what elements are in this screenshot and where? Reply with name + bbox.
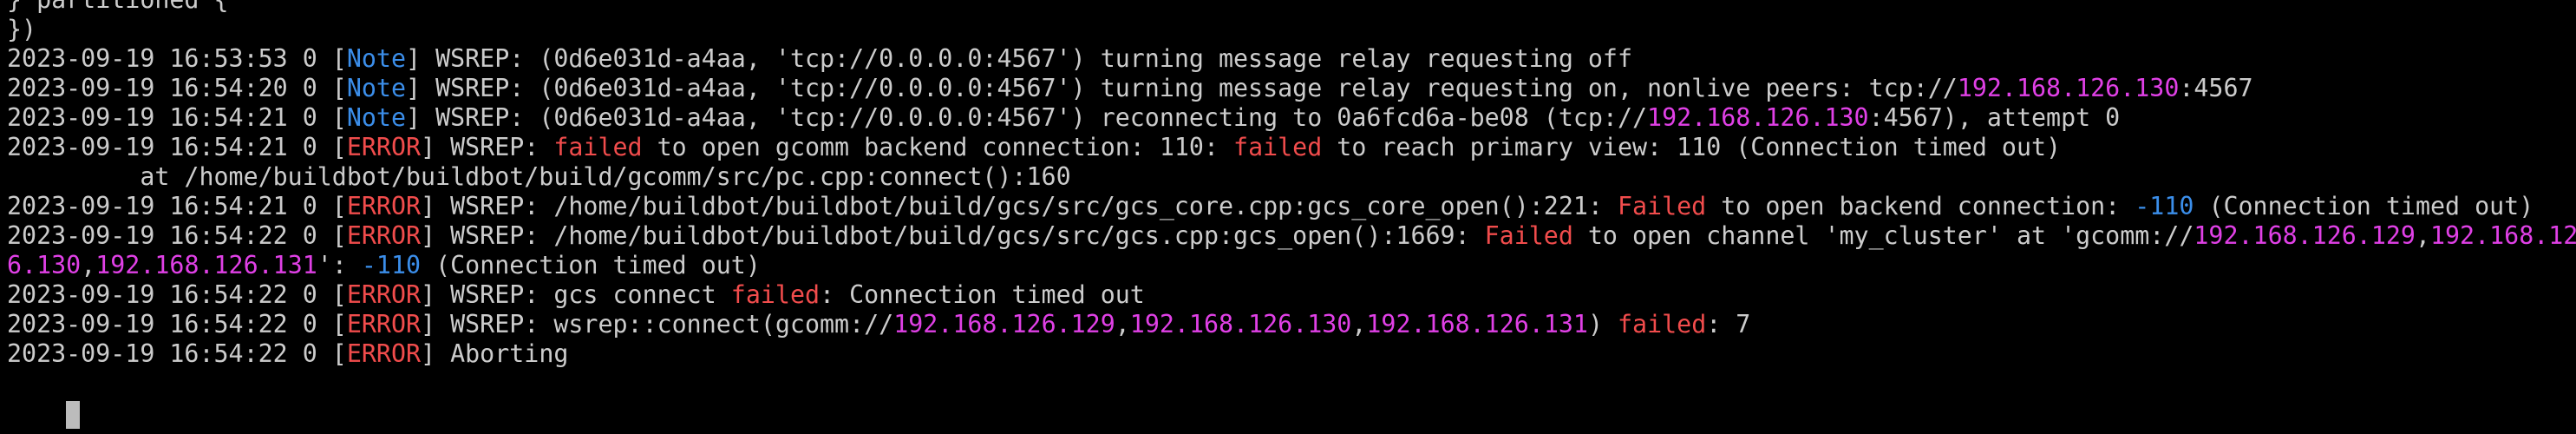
text-segment: ] WSREP: (0d6e031d-a4aa, 'tcp://0.0.0.0:…	[406, 74, 1958, 102]
text-segment: 2023-09-19 16:54:21 0 [	[7, 192, 347, 220]
text-segment: } partitioned {	[7, 0, 229, 14]
text-segment: 2023-09-19 16:54:22 0 [	[7, 339, 347, 368]
error-segment: ERROR	[346, 280, 422, 309]
error-segment: ERROR	[346, 133, 422, 161]
text-segment: ] Aborting	[421, 339, 569, 368]
text-segment: 2023-09-19 16:54:20 0 [	[7, 74, 347, 102]
text-segment: (Connection timed out)	[421, 251, 761, 279]
log-line: 2023-09-19 16:54:22 0 [ERROR] WSREP: /ho…	[7, 221, 2576, 251]
ip-segment: 192.168.126.130	[1957, 74, 2180, 102]
text-segment: ,	[1351, 310, 1367, 339]
error-segment: ERROR	[346, 339, 422, 368]
text-cursor[interactable]	[66, 401, 81, 429]
log-line: 2023-09-19 16:53:53 0 [Note] WSREP: (0d6…	[7, 44, 2576, 74]
text-segment: ,	[2415, 221, 2430, 250]
error-segment: Failed	[1484, 221, 1573, 250]
text-segment: ,	[1115, 310, 1130, 339]
text-segment: ] WSREP:	[421, 133, 554, 161]
text-segment: 2023-09-19 16:54:21 0 [	[7, 103, 347, 132]
text-segment: )	[1587, 310, 1618, 339]
log-line: 2023-09-19 16:54:21 0 [Note] WSREP: (0d6…	[7, 103, 2576, 133]
error-segment: Failed	[1617, 192, 1707, 220]
text-segment: 2023-09-19 16:53:53 0 [	[7, 44, 347, 73]
text-segment: to open gcomm backend connection: 110:	[642, 133, 1234, 161]
text-segment: 2023-09-19 16:54:22 0 [	[7, 310, 347, 339]
error-segment: ERROR	[346, 192, 422, 220]
log-line: } partitioned {	[7, 0, 2576, 15]
text-segment: })	[7, 15, 37, 43]
ip-segment: 192.168.126.131	[95, 251, 317, 279]
text-segment: ] WSREP: gcs connect	[421, 280, 731, 309]
text-segment: to reach primary view: 110 (Connection t…	[1322, 133, 2062, 161]
error-segment: failed	[1233, 133, 1323, 161]
note-segment: Note	[346, 44, 406, 73]
text-segment: : Connection timed out	[820, 280, 1145, 309]
text-segment: to open backend connection:	[1706, 192, 2135, 220]
ip-segment: 192.168.126.130	[1647, 103, 1869, 132]
terminal-output[interactable]: } partitioned { }) 2023-09-19 16:53:53 0…	[0, 0, 2576, 434]
text-segment: ] WSREP: (0d6e031d-a4aa, 'tcp://0.0.0.0:…	[406, 44, 1633, 73]
text-segment: ] WSREP: (0d6e031d-a4aa, 'tcp://0.0.0.0:…	[406, 103, 1648, 132]
log-line: 2023-09-19 16:54:20 0 [Note] WSREP: (0d6…	[7, 74, 2576, 103]
text-segment: ':	[317, 251, 362, 279]
text-segment: 2023-09-19 16:54:22 0 [	[7, 221, 347, 250]
log-line: 2023-09-19 16:54:21 0 [ERROR] WSREP: /ho…	[7, 192, 2576, 221]
text-segment: ,	[81, 251, 96, 279]
ip-segment: 192.168.126.131	[1366, 310, 1588, 339]
text-segment: 2023-09-19 16:54:21 0 [	[7, 133, 347, 161]
log-line: })	[7, 15, 2576, 44]
log-line: 6.130,192.168.126.131': -110 (Connection…	[7, 251, 2576, 280]
prompt-line	[7, 369, 2576, 429]
ip-segment: 192.168.126.130	[1129, 310, 1352, 339]
ip-segment: 6.130	[7, 251, 82, 279]
error-segment: ERROR	[346, 310, 422, 339]
ip-segment: 192.168.126.129	[2194, 221, 2416, 250]
text-segment: :4567), attempt 0	[1868, 103, 2121, 132]
text-segment: : 7	[1706, 310, 1751, 339]
error-segment: failed	[553, 133, 643, 161]
note-segment: Note	[346, 103, 406, 132]
log-line: 2023-09-19 16:54:22 0 [ERROR] WSREP: gcs…	[7, 280, 2576, 310]
ip-segment: 192.168.12	[2429, 221, 2576, 250]
text-segment: (Connection timed out)	[2194, 192, 2534, 220]
text-segment: 2023-09-19 16:54:22 0 [	[7, 280, 347, 309]
text-segment: at /home/buildbot/buildbot/build/gcomm/s…	[7, 162, 1071, 191]
num-segment: -110	[361, 251, 422, 279]
log-line: at /home/buildbot/buildbot/build/gcomm/s…	[7, 162, 2576, 192]
note-segment: Note	[346, 74, 406, 102]
text-segment: ] WSREP: /home/buildbot/buildbot/build/g…	[421, 221, 1485, 250]
error-segment: failed	[730, 280, 821, 309]
num-segment: -110	[2135, 192, 2194, 220]
ip-segment: 192.168.126.129	[893, 310, 1115, 339]
log-line: 2023-09-19 16:54:22 0 [ERROR] WSREP: wsr…	[7, 310, 2576, 339]
log-line: 2023-09-19 16:54:22 0 [ERROR] Aborting	[7, 339, 2576, 369]
log-line: 2023-09-19 16:54:21 0 [ERROR] WSREP: fai…	[7, 133, 2576, 162]
error-segment: failed	[1618, 310, 1707, 339]
text-segment: to open channel 'my_cluster' at 'gcomm:/…	[1572, 221, 2194, 250]
text-segment: :4567	[2179, 74, 2253, 102]
text-segment: ] WSREP: wsrep::connect(gcomm://	[421, 310, 894, 339]
error-segment: ERROR	[346, 221, 422, 250]
text-segment: ] WSREP: /home/buildbot/buildbot/build/g…	[421, 192, 1618, 220]
